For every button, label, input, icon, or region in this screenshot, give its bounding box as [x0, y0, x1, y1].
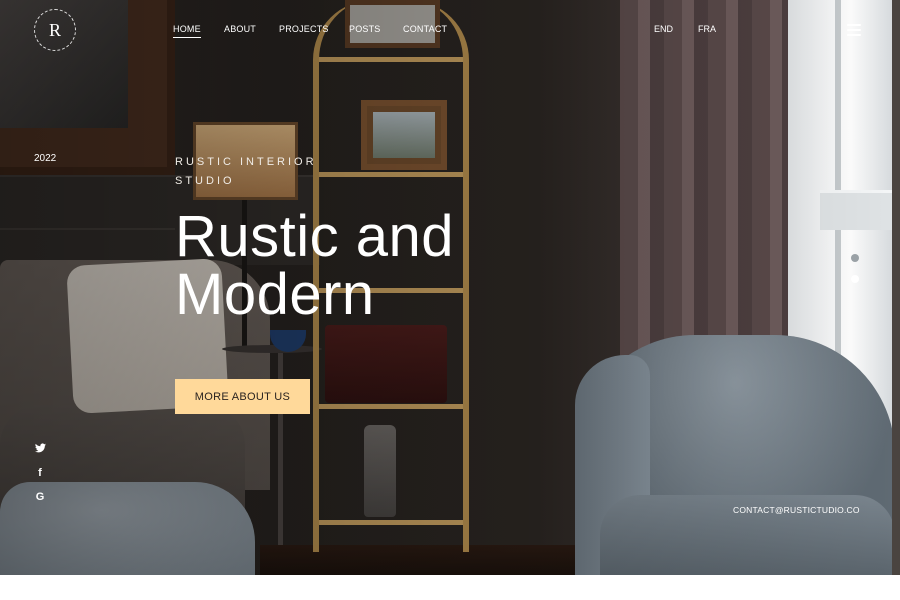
google-icon[interactable]: G: [34, 491, 46, 503]
slider-dot-1[interactable]: [851, 254, 859, 262]
slider-dot-2[interactable]: [851, 275, 859, 283]
hero-section: R HOME ABOUT PROJECTS POSTS CONTACT END …: [0, 0, 900, 575]
hamburger-menu-icon[interactable]: [847, 24, 861, 36]
hero-headline: Rustic and Modern: [175, 204, 455, 327]
logo-letter: R: [48, 19, 61, 40]
twitter-icon[interactable]: [34, 442, 46, 454]
lang-end-link[interactable]: END: [654, 24, 673, 34]
nav-home-link[interactable]: HOME: [173, 24, 201, 38]
lang-fra-link[interactable]: FRA: [698, 24, 716, 34]
nav-projects-link[interactable]: PROJECTS: [279, 24, 329, 34]
nav-contact-link[interactable]: CONTACT: [403, 24, 447, 34]
hero-eyebrow: RUSTIC INTERIOR STUDIO: [175, 156, 317, 187]
nav-posts-link[interactable]: POSTS: [349, 24, 381, 34]
contact-email-link[interactable]: CONTACT@RUSTICTUDIO.CO: [733, 505, 860, 515]
logo[interactable]: R: [34, 9, 76, 51]
year-label: 2022: [34, 153, 57, 164]
facebook-icon[interactable]: f: [34, 467, 46, 479]
nav-about-link[interactable]: ABOUT: [224, 24, 256, 34]
more-about-us-button[interactable]: MORE ABOUT US: [175, 379, 310, 414]
